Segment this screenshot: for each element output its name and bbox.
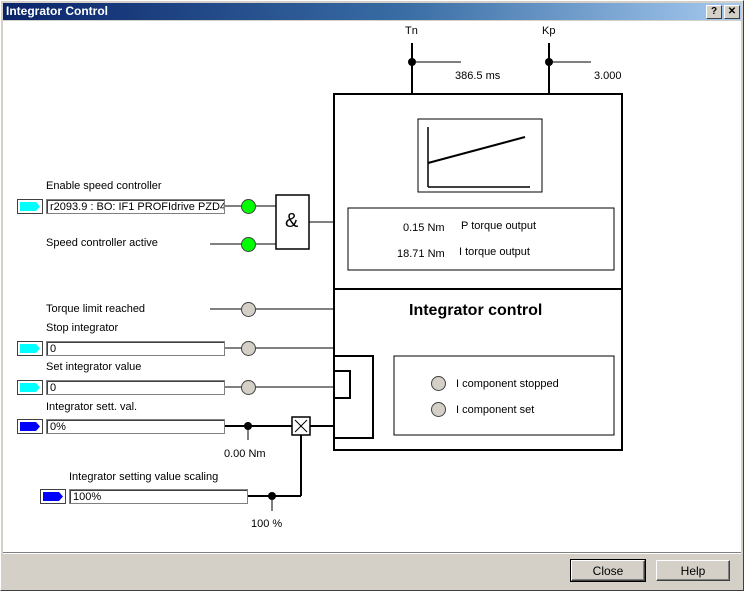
sett-val-connector[interactable] bbox=[17, 419, 43, 434]
diagram-area: Tn 386.5 ms Kp 3.000 0.15 Nm P torque ou… bbox=[3, 21, 741, 552]
sett-val-readout: 0.00 Nm bbox=[224, 448, 266, 460]
and-gate: & bbox=[285, 210, 299, 232]
stop-integrator-field[interactable]: 0 bbox=[46, 341, 225, 356]
i-torque-value: 18.71 Nm bbox=[397, 248, 445, 260]
scaling-field[interactable]: 100% bbox=[69, 489, 248, 504]
torque-limit-led bbox=[241, 302, 256, 317]
connector-arrow-icon bbox=[20, 202, 40, 211]
connector-arrow-icon bbox=[20, 422, 40, 431]
stop-integrator-label: Stop integrator bbox=[46, 322, 119, 334]
component-stopped-led bbox=[431, 376, 446, 391]
stop-integrator-led bbox=[241, 341, 256, 356]
close-title-button[interactable]: ✕ bbox=[724, 5, 740, 19]
integrator-control-window: Integrator Control ? ✕ Tn 386.5 ms Kp 3.… bbox=[0, 0, 744, 591]
footer-separator bbox=[3, 552, 741, 554]
set-integrator-field[interactable]: 0 bbox=[46, 380, 225, 395]
tn-label: Tn bbox=[405, 25, 418, 37]
connector-arrow-icon bbox=[20, 344, 40, 353]
close-button[interactable]: Close bbox=[570, 559, 646, 582]
tn-value: 386.5 ms bbox=[455, 70, 501, 82]
scaling-connector[interactable] bbox=[40, 489, 66, 504]
i-torque-label: I torque output bbox=[459, 246, 530, 258]
component-set-label: I component set bbox=[456, 404, 535, 416]
speed-active-led bbox=[241, 237, 256, 252]
title-bar: Integrator Control ? ✕ bbox=[3, 3, 741, 20]
sett-val-label: Integrator sett. val. bbox=[46, 401, 138, 413]
enable-speed-connector[interactable] bbox=[17, 199, 43, 214]
stop-integrator-connector[interactable] bbox=[17, 341, 43, 356]
set-integrator-label: Set integrator value bbox=[46, 361, 142, 373]
speed-active-label: Speed controller active bbox=[46, 237, 158, 249]
scaling-label: Integrator setting value scaling bbox=[69, 471, 219, 483]
enable-speed-field[interactable]: r2093.9 : BO: IF1 PROFIdrive PZD4 bbox=[46, 199, 225, 214]
help-button[interactable]: Help bbox=[656, 560, 730, 581]
component-set-led bbox=[431, 402, 446, 417]
enable-speed-led bbox=[241, 199, 256, 214]
enable-speed-label: Enable speed controller bbox=[46, 180, 162, 192]
block-title: Integrator control bbox=[409, 302, 543, 319]
torque-limit-label: Torque limit reached bbox=[46, 303, 146, 315]
component-stopped-label: I component stopped bbox=[456, 378, 559, 390]
help-title-button[interactable]: ? bbox=[706, 5, 722, 19]
kp-label: Kp bbox=[542, 25, 556, 37]
scaling-readout: 100 % bbox=[251, 518, 283, 530]
window-title: Integrator Control bbox=[6, 4, 108, 18]
connector-arrow-icon bbox=[43, 492, 63, 501]
set-integrator-led bbox=[241, 380, 256, 395]
p-torque-value: 0.15 Nm bbox=[403, 222, 445, 234]
p-torque-label: P torque output bbox=[461, 220, 537, 232]
set-integrator-connector[interactable] bbox=[17, 380, 43, 395]
sett-val-field[interactable]: 0% bbox=[46, 419, 225, 434]
connector-arrow-icon bbox=[20, 383, 40, 392]
kp-value: 3.000 bbox=[594, 70, 622, 82]
